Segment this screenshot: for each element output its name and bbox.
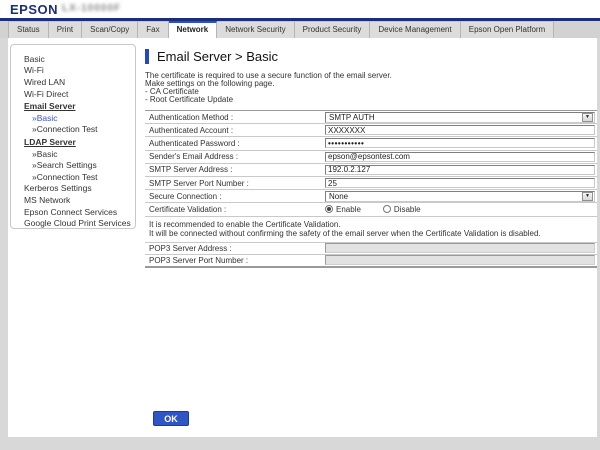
field-label: Sender's Email Address : [145, 152, 325, 161]
selected-value: SMTP AUTH [326, 113, 375, 122]
printer-model-name: LX-10000F [62, 3, 121, 14]
field-label: Authentication Method : [145, 113, 325, 122]
radio-label-enable: Enable [336, 205, 361, 214]
secure-connection-select[interactable]: None ▼ [325, 191, 595, 202]
field-label: Authenticated Account : [145, 126, 325, 135]
sidebar-item-ldap-connection-test[interactable]: »Connection Test [11, 171, 135, 183]
sidebar-item-ms-network[interactable]: MS Network [11, 194, 135, 206]
form-row-pop3-port: POP3 Server Port Number : [145, 255, 597, 268]
ok-button[interactable]: OK [153, 411, 189, 426]
tab-network[interactable]: Network [169, 21, 218, 38]
app-header: EPSON LX-10000F [0, 0, 600, 18]
intro-line: - Root Certificate Update [145, 96, 597, 104]
page-title-bar: Email Server > Basic [145, 48, 597, 64]
sidebar-group-email-server[interactable]: Email Server [11, 100, 135, 112]
authenticated-password-input[interactable] [325, 138, 595, 148]
tab-scan-copy[interactable]: Scan/Copy [82, 21, 138, 38]
smtp-server-port-input[interactable] [325, 178, 595, 188]
pop3-server-port-input [325, 255, 595, 265]
sidebar-item-ldap-search-settings[interactable]: »Search Settings [11, 159, 135, 171]
sidebar-item-kerberos-settings[interactable]: Kerberos Settings [11, 183, 135, 195]
email-server-settings-form: Authentication Method : SMTP AUTH ▼ Auth… [145, 110, 597, 268]
form-row-authenticated-password: Authenticated Password : [145, 137, 597, 150]
sidebar-item-basic[interactable]: Basic [11, 53, 135, 65]
tab-fax[interactable]: Fax [138, 21, 168, 38]
field-label: Certificate Validation : [145, 205, 325, 214]
note-line: It will be connected without confirming … [149, 229, 597, 238]
main-content: Email Server > Basic The certificate is … [145, 48, 597, 268]
form-row-senders-email: Sender's Email Address : [145, 151, 597, 164]
field-label: SMTP Server Address : [145, 165, 325, 174]
tab-status[interactable]: Status [8, 21, 49, 38]
field-label: Authenticated Password : [145, 139, 325, 148]
tab-device-management[interactable]: Device Management [370, 21, 460, 38]
note-line: It is recommended to enable the Certific… [149, 220, 597, 229]
form-row-smtp-server-address: SMTP Server Address : [145, 164, 597, 177]
form-row-authenticated-account: Authenticated Account : [145, 124, 597, 137]
certificate-validation-radio-enable[interactable] [325, 205, 333, 213]
intro-line: Make settings on the following page. [145, 80, 597, 88]
radio-label-disable: Disable [394, 205, 421, 214]
intro-text: The certificate is required to use a sec… [145, 72, 597, 104]
field-label: POP3 Server Port Number : [145, 256, 325, 265]
tab-bar: Status Print Scan/Copy Fax Network Netwo… [0, 21, 600, 38]
sidebar-item-google-cloud-print-services[interactable]: Google Cloud Print Services [11, 217, 135, 229]
sidebar-item-epson-connect-services[interactable]: Epson Connect Services [11, 206, 135, 218]
form-row-secure-connection: Secure Connection : None ▼ [145, 190, 597, 203]
pop3-server-address-input [325, 243, 595, 253]
sidebar-item-wifi[interactable]: Wi-Fi [11, 65, 135, 77]
tab-print[interactable]: Print [49, 21, 82, 38]
sidebar-item-wired-lan[interactable]: Wired LAN [11, 76, 135, 88]
senders-email-address-input[interactable] [325, 152, 595, 162]
smtp-server-address-input[interactable] [325, 165, 595, 175]
sidebar-item-wifi-direct[interactable]: Wi-Fi Direct [11, 88, 135, 100]
certificate-validation-radio-disable[interactable] [383, 205, 391, 213]
authenticated-account-input[interactable] [325, 125, 595, 135]
tab-product-security[interactable]: Product Security [295, 21, 371, 38]
authentication-method-select[interactable]: SMTP AUTH ▼ [325, 112, 595, 123]
sidebar-item-email-server-basic[interactable]: »Basic [11, 112, 135, 124]
title-accent-bar [145, 49, 149, 64]
tab-network-security[interactable]: Network Security [217, 21, 294, 38]
field-label: POP3 Server Address : [145, 244, 325, 253]
form-row-pop3-server-address: POP3 Server Address : [145, 242, 597, 255]
page-title: Email Server > Basic [157, 49, 278, 64]
selected-value: None [326, 192, 348, 201]
sidebar-item-ldap-basic[interactable]: »Basic [11, 148, 135, 160]
certificate-validation-radio-group: Enable Disable [325, 205, 443, 214]
chevron-down-icon[interactable]: ▼ [582, 192, 593, 201]
field-label: Secure Connection : [145, 192, 325, 201]
field-label: SMTP Server Port Number : [145, 179, 325, 188]
chevron-down-icon[interactable]: ▼ [582, 113, 593, 122]
tab-epson-open-platform[interactable]: Epson Open Platform [461, 21, 554, 38]
form-row-authentication-method: Authentication Method : SMTP AUTH ▼ [145, 111, 597, 124]
epson-logo: EPSON [10, 2, 58, 17]
form-row-smtp-port: SMTP Server Port Number : [145, 177, 597, 190]
sidebar-group-ldap-server[interactable]: LDAP Server [11, 136, 135, 148]
sidebar-nav: Basic Wi-Fi Wired LAN Wi-Fi Direct Email… [10, 44, 136, 229]
sidebar-item-email-server-connection-test[interactable]: »Connection Test [11, 124, 135, 136]
form-row-certificate-validation: Certificate Validation : Enable Disable [145, 203, 597, 216]
certificate-validation-note: It is recommended to enable the Certific… [145, 217, 597, 242]
epson-web-config-page: EPSON LX-10000F Status Print Scan/Copy F… [0, 0, 600, 450]
